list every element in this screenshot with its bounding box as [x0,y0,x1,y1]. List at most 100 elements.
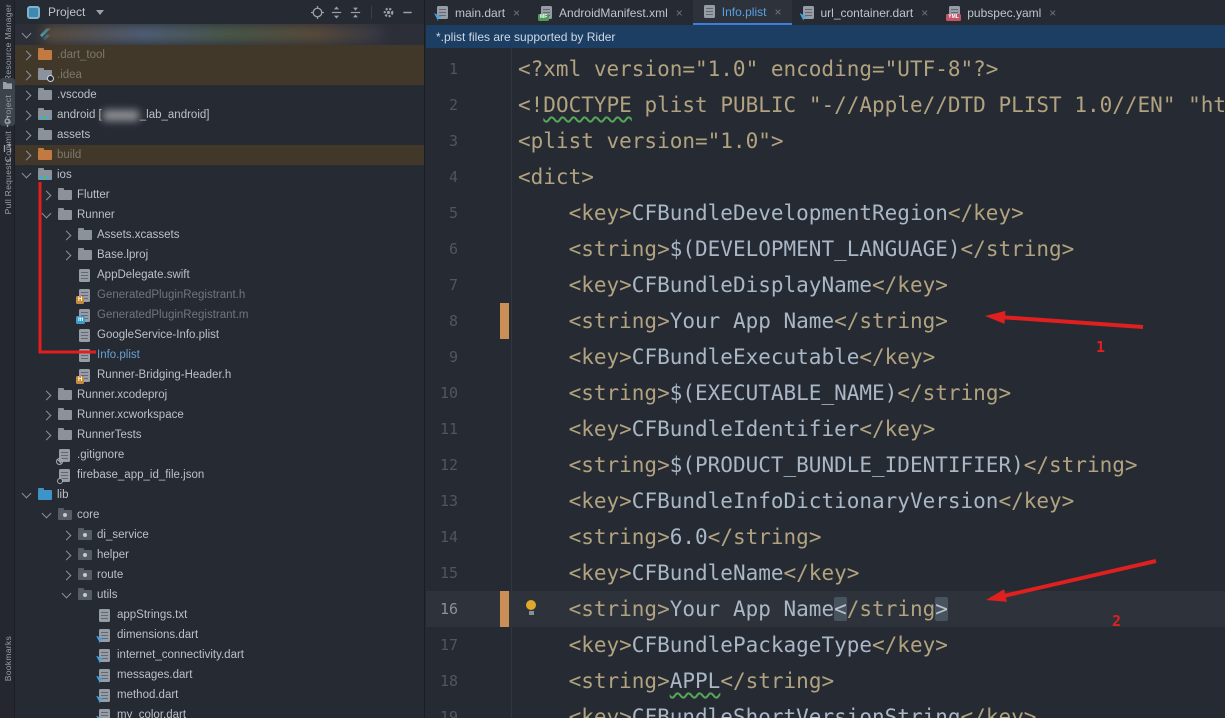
tree-row[interactable]: .vscode [15,85,424,105]
close-tab-icon[interactable]: × [676,6,683,20]
tree-row[interactable]: my_color.dart [15,705,424,718]
code-line[interactable]: 19 <key>CFBundleShortVersionString</key> [426,699,1225,718]
chevron-collapsed-icon[interactable] [22,70,32,80]
tree-row[interactable]: .dart_tool [15,45,424,65]
tree-row[interactable]: Runner [15,205,424,225]
line-number[interactable]: 3 [426,123,458,159]
tree-row[interactable]: Runner.xcodeproj [15,385,424,405]
chevron-down-icon[interactable] [96,10,104,15]
code-line[interactable]: 6 <string>$(DEVELOPMENT_LANGUAGE)</strin… [426,231,1225,267]
tree-row[interactable]: android [_lab_android] [15,105,424,125]
code-line[interactable]: 13 <key>CFBundleInfoDictionaryVersion</k… [426,483,1225,519]
tree-row[interactable]: .gitignore [15,445,424,465]
code-line[interactable]: 14 <string>6.0</string> [426,519,1225,555]
line-number[interactable]: 8 [426,303,458,339]
chevron-collapsed-icon[interactable] [22,130,32,140]
code-line[interactable]: 1<?xml version="1.0" encoding="UTF-8"?> [426,51,1225,87]
code-line[interactable]: 12 <string>$(PRODUCT_BUNDLE_IDENTIFIER)<… [426,447,1225,483]
tree-row[interactable]: Info.plist [15,345,424,365]
line-number[interactable]: 10 [426,375,458,411]
tree-row[interactable]: route [15,565,424,585]
code-line[interactable]: 4<dict> [426,159,1225,195]
line-number[interactable]: 7 [426,267,458,303]
line-number[interactable]: 18 [426,663,458,699]
expand-all-icon[interactable] [329,5,343,19]
chevron-expanded-icon[interactable] [62,589,72,599]
tab-info-plist[interactable]: Info.plist× [693,0,792,25]
line-number[interactable]: 9 [426,339,458,375]
code-line[interactable]: 10 <string>$(EXECUTABLE_NAME)</string> [426,375,1225,411]
tree-row[interactable]: assets [15,125,424,145]
tree-row[interactable]: utils [15,585,424,605]
tree-row[interactable]: Base.lproj [15,245,424,265]
chevron-collapsed-icon[interactable] [42,430,52,440]
tree-row[interactable]: ios [15,165,424,185]
tree-row[interactable]: internet_connectivity.dart [15,645,424,665]
line-number[interactable]: 19 [426,699,458,718]
line-number[interactable]: 5 [426,195,458,231]
locate-icon[interactable] [310,5,324,19]
close-tab-icon[interactable]: × [513,6,520,20]
tab-pubspec-yaml[interactable]: YMLpubspec.yaml× [938,0,1066,25]
chevron-collapsed-icon[interactable] [62,250,72,260]
code-line[interactable]: 5 <key>CFBundleDevelopmentRegion</key> [426,195,1225,231]
chevron-expanded-icon[interactable] [22,28,32,38]
collapse-all-icon[interactable] [348,5,362,19]
chevron-expanded-icon[interactable] [22,169,32,179]
code-line[interactable]: 18 <string>APPL</string> [426,663,1225,699]
line-number[interactable]: 11 [426,411,458,447]
tree-row[interactable]: method.dart [15,685,424,705]
tree-row[interactable]: dimensions.dart [15,625,424,645]
tab-main-dart[interactable]: main.dart× [426,0,530,25]
line-number[interactable]: 4 [426,159,458,195]
tree-row[interactable]: Runner.xcworkspace [15,405,424,425]
code-line[interactable]: 11 <key>CFBundleIdentifier</key> [426,411,1225,447]
close-tab-icon[interactable]: × [921,6,928,20]
tree-row[interactable]: di_service [15,525,424,545]
chevron-collapsed-icon[interactable] [22,50,32,60]
close-tab-icon[interactable]: × [774,5,781,19]
line-number[interactable]: 15 [426,555,458,591]
sidebar-item-pull-requests[interactable]: Pull Requests [0,141,15,216]
code-line[interactable]: 7 <key>CFBundleDisplayName</key> [426,267,1225,303]
chevron-collapsed-icon[interactable] [62,530,72,540]
chevron-collapsed-icon[interactable] [42,390,52,400]
tab-androidmanifest-xml[interactable]: MFAndroidManifest.xml× [530,0,693,25]
tree-row[interactable]: firebase_app_id_file.json [15,465,424,485]
tree-row[interactable]: core [15,505,424,525]
code-line[interactable]: 3<plist version="1.0"> [426,123,1225,159]
line-number[interactable]: 16 [426,591,458,627]
settings-icon[interactable] [381,5,395,19]
close-tab-icon[interactable]: × [1049,6,1056,20]
tree-row[interactable]: HGeneratedPluginRegistrant.h [15,285,424,305]
tree-row[interactable]: HRunner-Bridging-Header.h [15,365,424,385]
tree-row[interactable]: GoogleService-Info.plist [15,325,424,345]
tree-row[interactable]: RunnerTests [15,425,424,445]
hide-tool-window-icon[interactable] [400,5,414,19]
tab-url-container-dart[interactable]: url_container.dart× [792,0,939,25]
line-number[interactable]: 17 [426,627,458,663]
project-view-selector[interactable]: Project [48,5,85,19]
tree-root-row[interactable] [15,24,424,45]
chevron-expanded-icon[interactable] [42,209,52,219]
chevron-collapsed-icon[interactable] [22,150,32,160]
tree-row[interactable]: messages.dart [15,665,424,685]
tree-row[interactable]: appStrings.txt [15,605,424,625]
code-line[interactable]: 2<!DOCTYPE plist PUBLIC "-//Apple//DTD P… [426,87,1225,123]
chevron-collapsed-icon[interactable] [22,110,32,120]
tree-row[interactable]: helper [15,545,424,565]
tree-row[interactable]: Assets.xcassets [15,225,424,245]
line-number[interactable]: 12 [426,447,458,483]
tree-row[interactable]: build [15,145,424,165]
line-number[interactable]: 2 [426,87,458,123]
chevron-expanded-icon[interactable] [22,489,32,499]
tree-row[interactable]: .idea [15,65,424,85]
code-line[interactable]: 17 <key>CFBundlePackageType</key> [426,627,1225,663]
chevron-collapsed-icon[interactable] [62,230,72,240]
line-number[interactable]: 6 [426,231,458,267]
code-line[interactable]: 8 <string>Your App Name</string> [426,303,1225,339]
code-line[interactable]: 15 <key>CFBundleName</key> [426,555,1225,591]
chevron-expanded-icon[interactable] [42,509,52,519]
chevron-collapsed-icon[interactable] [42,190,52,200]
tree-row[interactable]: AppDelegate.swift [15,265,424,285]
